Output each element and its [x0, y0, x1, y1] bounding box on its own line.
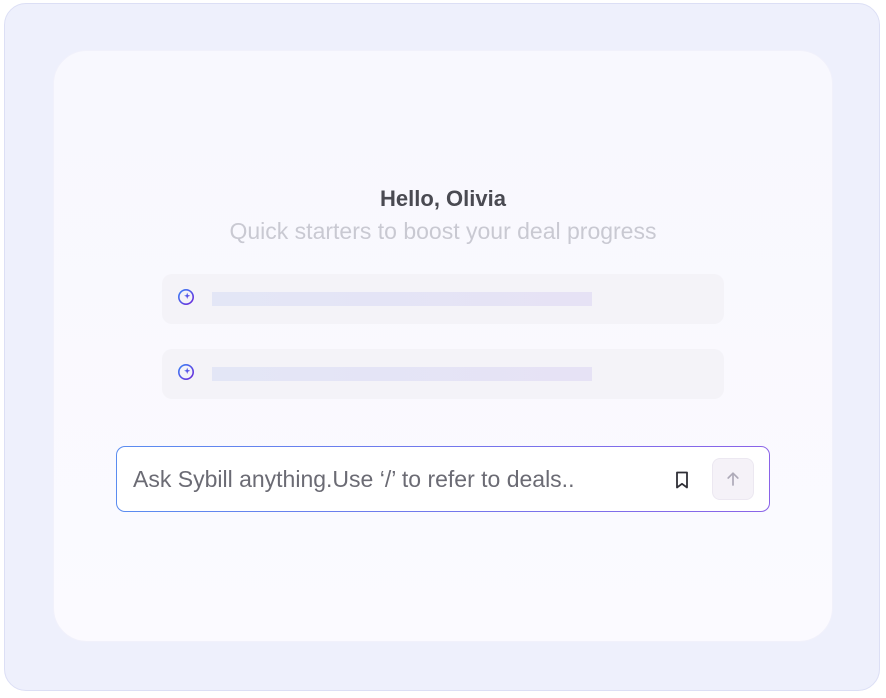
bookmark-button[interactable]	[668, 466, 696, 494]
crystal-ball-icon	[175, 287, 197, 311]
greeting-subtitle: Quick starters to boost your deal progre…	[229, 218, 657, 244]
crystal-ball-icon	[175, 362, 197, 386]
starter-text-placeholder	[212, 367, 592, 381]
ask-input[interactable]	[133, 465, 653, 493]
quick-starter-item[interactable]	[162, 349, 724, 399]
quick-starter-item[interactable]	[162, 274, 724, 324]
ask-box	[116, 446, 770, 512]
arrow-up-icon	[727, 472, 739, 486]
send-button[interactable]	[712, 458, 754, 500]
assistant-panel	[53, 50, 833, 642]
starter-text-placeholder	[212, 292, 592, 306]
greeting-title: Hello, Olivia	[380, 186, 506, 211]
bookmark-icon	[676, 471, 688, 489]
